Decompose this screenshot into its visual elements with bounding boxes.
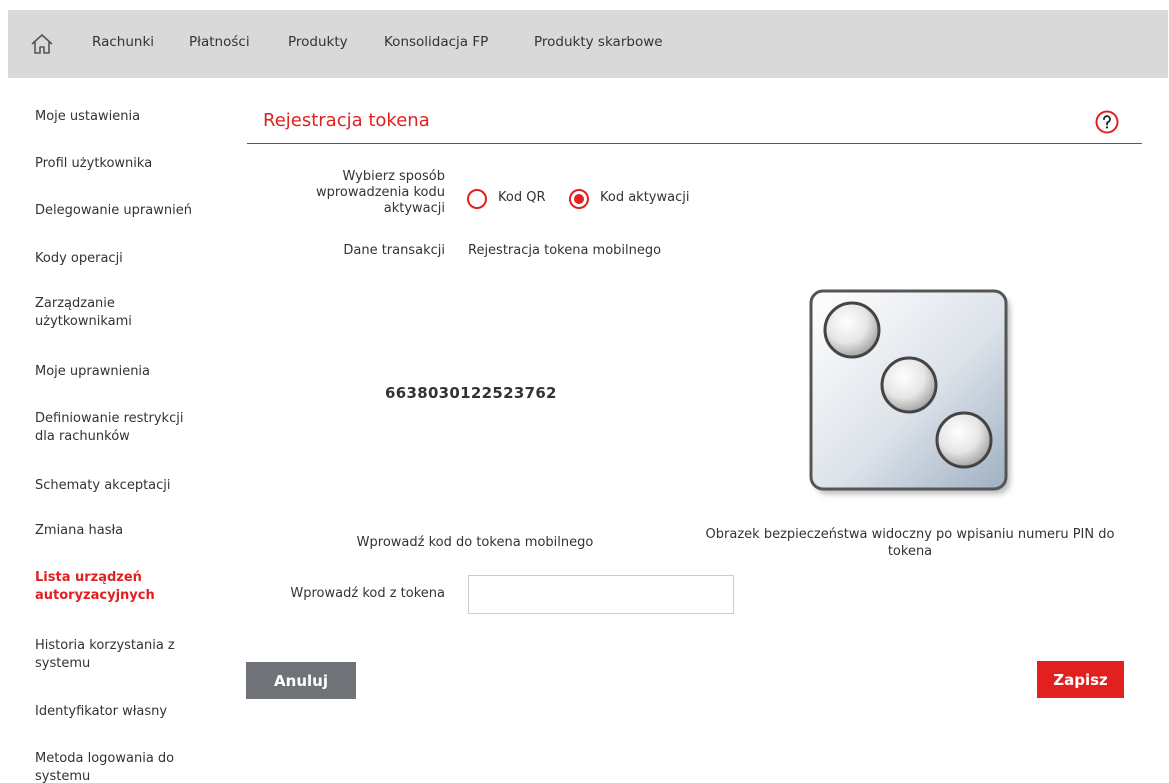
- sidebar-item-moje-uprawnienia[interactable]: Moje uprawnienia: [35, 363, 215, 381]
- radio-label-kod-aktywacji[interactable]: Kod aktywacji: [600, 190, 689, 205]
- sidebar-item-kody-operacji[interactable]: Kody operacji: [35, 250, 215, 268]
- sidebar-item-zarzadzanie-uzytkownikami[interactable]: Zarządzanie użytkownikami: [35, 295, 165, 331]
- transaction-value: Rejestracja tokena mobilnego: [468, 243, 662, 258]
- enter-code-caption: Wprowadź kod do tokena mobilnego: [356, 535, 594, 550]
- radio-selected-dot: [574, 194, 584, 204]
- activation-code: 6638030122523762: [385, 384, 557, 402]
- transaction-label: Dane transakcji: [343, 243, 445, 258]
- sidebar-item-historia-korzystania[interactable]: Historia korzystania z systemu: [35, 637, 205, 673]
- security-image-caption: Obrazek bezpieczeństwa widoczny po wpisa…: [705, 527, 1115, 559]
- nav-item-platnosci[interactable]: Płatności: [189, 34, 250, 50]
- top-navigation-bar: Rachunki Płatności Produkty Konsolidacja…: [8, 10, 1168, 78]
- token-code-input[interactable]: [468, 575, 734, 614]
- nav-item-rachunki[interactable]: Rachunki: [92, 34, 154, 50]
- sidebar-item-identyfikator-wlasny[interactable]: Identyfikator własny: [35, 703, 215, 721]
- radio-label-kod-qr[interactable]: Kod QR: [498, 190, 545, 205]
- sidebar-item-metoda-logowania[interactable]: Metoda logowania do systemu: [35, 750, 205, 783]
- sidebar-item-zmiana-hasla[interactable]: Zmiana hasła: [35, 522, 215, 540]
- security-image: [805, 288, 1025, 503]
- sidebar-item-moje-ustawienia[interactable]: Moje ustawienia: [35, 108, 215, 126]
- sidebar-item-delegowanie-uprawnien[interactable]: Delegowanie uprawnień: [35, 202, 215, 220]
- sidebar-item-definiowanie-restrykcji[interactable]: Definiowanie restrykcji dla rachunków: [35, 410, 205, 446]
- cancel-button[interactable]: Anuluj: [246, 662, 356, 699]
- nav-item-produkty[interactable]: Produkty: [288, 34, 348, 50]
- token-input-label: Wprowadź kod z tokena: [290, 586, 445, 601]
- nav-item-konsolidacja-fp[interactable]: Konsolidacja FP: [384, 34, 488, 50]
- sidebar-item-lista-urzadzen[interactable]: Lista urządzeń autoryzacyjnych: [35, 569, 175, 605]
- radio-kod-aktywacji[interactable]: [569, 189, 589, 209]
- page-title: Rejestracja tokena: [263, 110, 430, 131]
- radio-kod-qr[interactable]: [467, 189, 487, 209]
- save-button[interactable]: Zapisz: [1037, 661, 1124, 698]
- method-label: Wybierz sposób wprowadzenia kodu aktywac…: [315, 169, 445, 216]
- sidebar-item-schematy-akceptacji[interactable]: Schematy akceptacji: [35, 477, 215, 495]
- title-divider: [247, 143, 1142, 144]
- sidebar-item-profil-uzytkownika[interactable]: Profil użytkownika: [35, 155, 215, 173]
- nav-item-produkty-skarbowe[interactable]: Produkty skarbowe: [534, 34, 663, 50]
- help-icon[interactable]: [1095, 110, 1119, 134]
- home-icon[interactable]: [30, 32, 54, 56]
